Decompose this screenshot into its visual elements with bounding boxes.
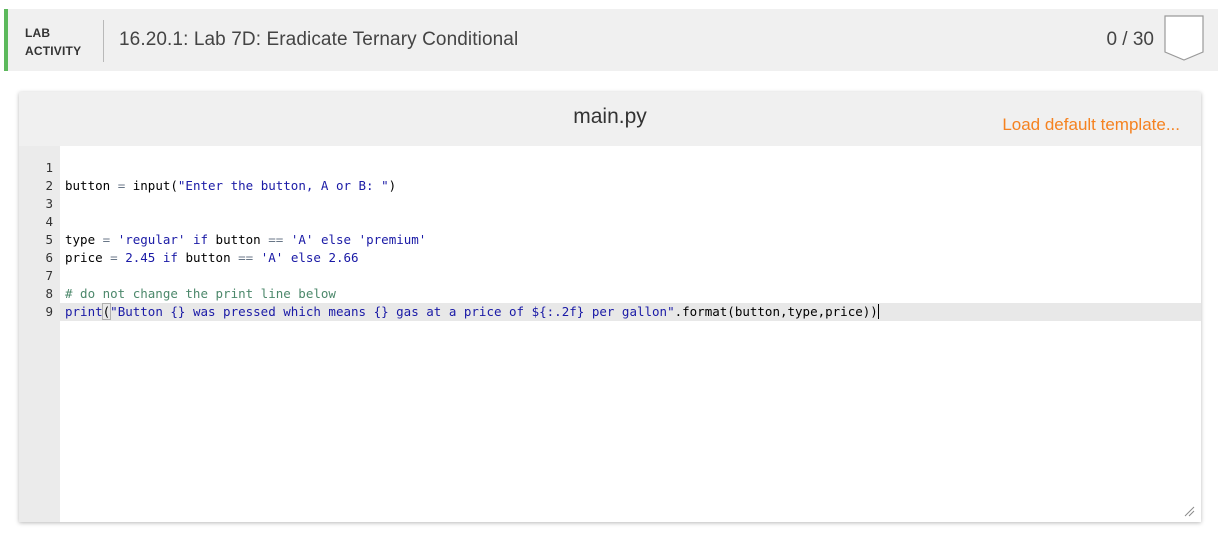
line-number: 7 bbox=[45, 268, 53, 283]
code-line-2[interactable]: button = input("Enter the button, A or B… bbox=[65, 177, 396, 195]
header-divider bbox=[103, 20, 104, 62]
code-line-9[interactable]: print("Button {} was pressed which means… bbox=[65, 303, 879, 321]
score-text: 0 / 30 bbox=[1106, 29, 1154, 50]
editor-header: main.py Load default template... bbox=[19, 92, 1201, 146]
line-number: 2 bbox=[45, 178, 53, 193]
lab-label-line2: ACTIVITY bbox=[25, 44, 82, 58]
line-number-gutter: 1 2 3 4 5 6 7 8 9 bbox=[19, 146, 60, 522]
resize-grip-icon[interactable] bbox=[1183, 505, 1195, 517]
code-line-5[interactable]: type = 'regular' if button == 'A' else '… bbox=[65, 231, 426, 249]
lab-activity-label: LAB ACTIVITY bbox=[25, 24, 81, 60]
line-number: 4 bbox=[45, 214, 53, 229]
code-editor-card: main.py Load default template... 1 2 3 4… bbox=[19, 92, 1201, 522]
code-text-area[interactable]: button = input("Enter the button, A or B… bbox=[60, 146, 1201, 522]
lab-label-line1: LAB bbox=[25, 26, 51, 40]
line-number: 5 bbox=[45, 232, 53, 247]
activity-title: 16.20.1: Lab 7D: Eradicate Ternary Condi… bbox=[119, 29, 519, 50]
line-number: 8 bbox=[45, 286, 53, 301]
lab-activity-page: LAB ACTIVITY 16.20.1: Lab 7D: Eradicate … bbox=[0, 0, 1228, 542]
lab-header: LAB ACTIVITY 16.20.1: Lab 7D: Eradicate … bbox=[4, 9, 1218, 71]
line-number: 1 bbox=[45, 160, 53, 175]
score-shield-icon bbox=[1164, 15, 1204, 61]
code-editor[interactable]: 1 2 3 4 5 6 7 8 9 button = input("Enter … bbox=[19, 146, 1201, 522]
line-number: 9 bbox=[45, 304, 53, 319]
code-line-6[interactable]: price = 2.45 if button == 'A' else 2.66 bbox=[65, 249, 359, 267]
line-number: 6 bbox=[45, 250, 53, 265]
line-number: 3 bbox=[45, 196, 53, 211]
code-line-8[interactable]: # do not change the print line below bbox=[65, 285, 336, 303]
load-default-template-link[interactable]: Load default template... bbox=[1002, 115, 1180, 135]
